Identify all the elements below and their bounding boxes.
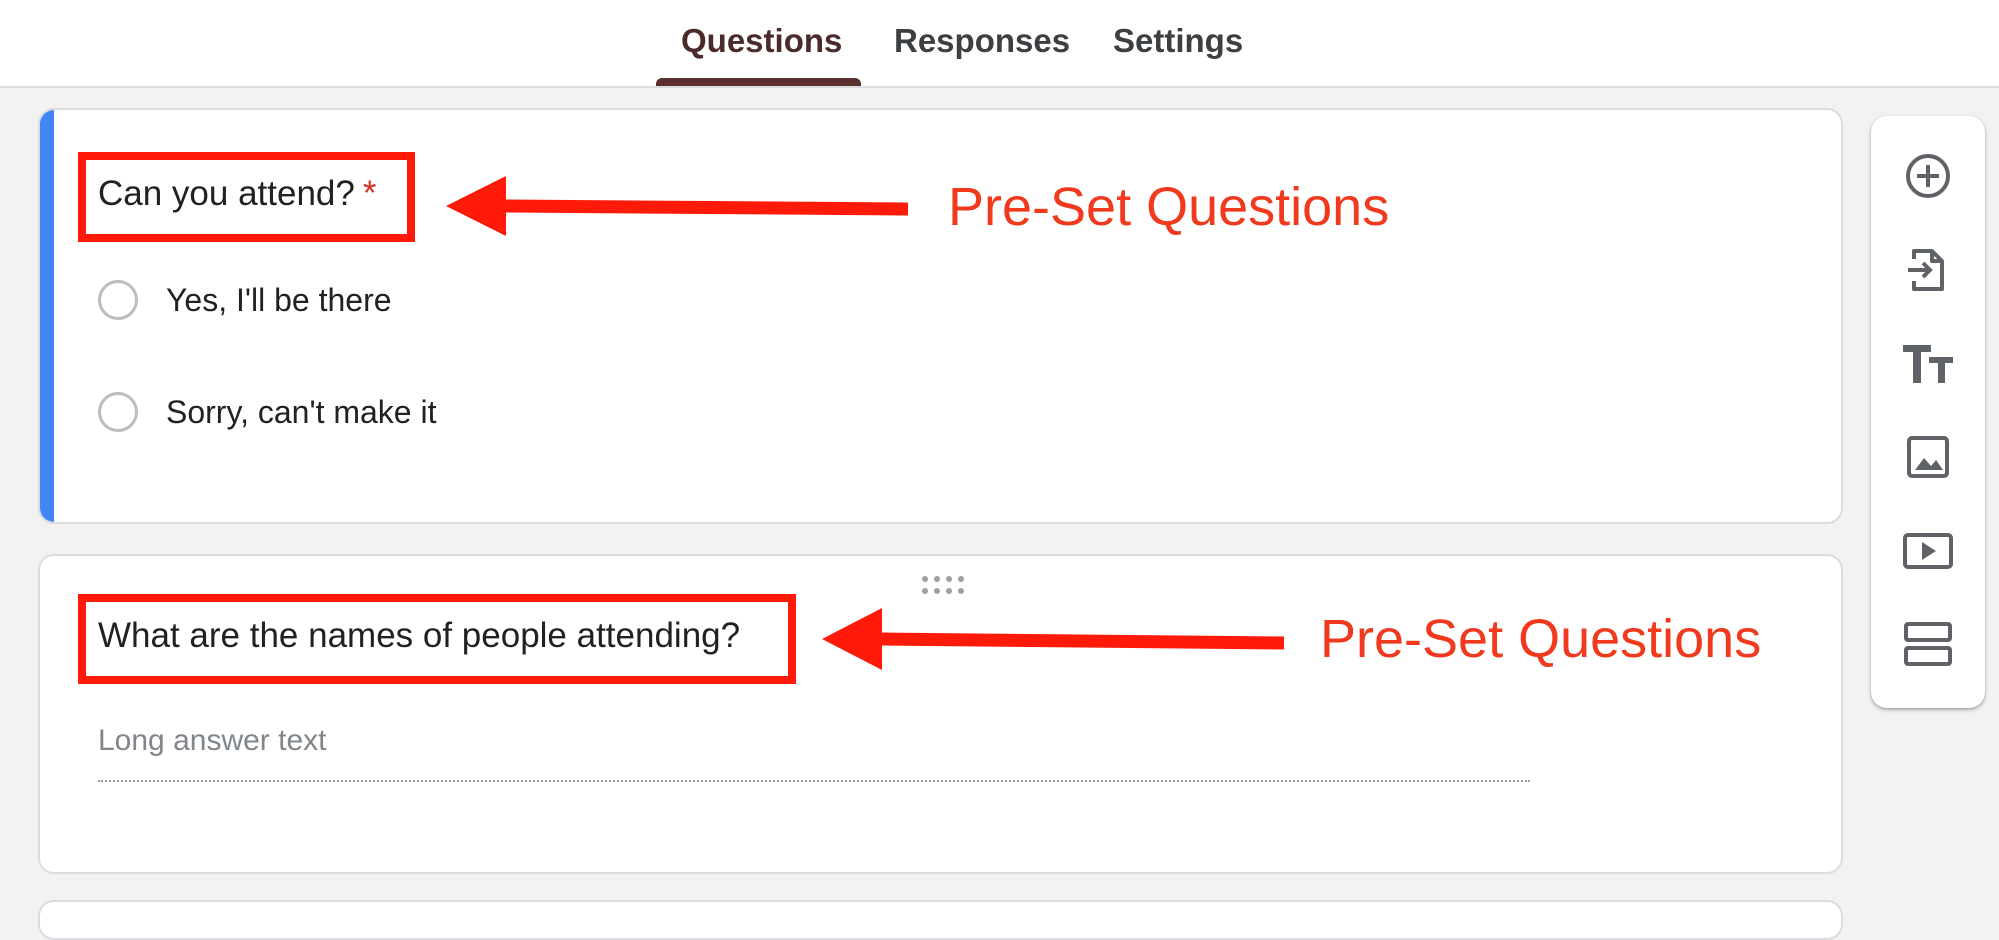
radio-option-label: Sorry, can't make it — [166, 393, 437, 430]
import-questions-button[interactable] — [1895, 237, 1961, 303]
radio-option-yes[interactable]: Yes, I'll be there — [98, 275, 392, 325]
tab-responses[interactable]: Responses — [894, 22, 1070, 60]
add-image-icon — [1907, 436, 1949, 478]
annotation-arrow-icon — [446, 176, 909, 236]
annotation-label: Pre-Set Questions — [948, 177, 1390, 237]
radio-button[interactable] — [98, 392, 138, 432]
top-tab-bar: Questions Responses Settings — [0, 0, 1999, 88]
radio-option-label: Yes, I'll be there — [166, 281, 392, 318]
annotation-label: Pre-Set Questions — [1320, 609, 1762, 669]
add-section-icon — [1904, 622, 1952, 666]
active-tab-indicator — [656, 78, 861, 86]
tab-settings[interactable]: Settings — [1113, 22, 1243, 60]
radio-button[interactable] — [98, 280, 138, 320]
add-video-icon — [1903, 533, 1953, 569]
add-question-button[interactable] — [1895, 143, 1961, 209]
question-toolbar — [1871, 116, 1985, 708]
annotation-highlight-box — [78, 594, 796, 684]
tab-questions[interactable]: Questions — [681, 22, 842, 60]
add-question-icon — [1906, 154, 1950, 198]
add-title-button[interactable] — [1895, 331, 1961, 397]
drag-handle-icon[interactable] — [922, 576, 964, 598]
radio-option-no[interactable]: Sorry, can't make it — [98, 387, 436, 437]
long-answer-field: Long answer text — [98, 724, 1530, 782]
import-questions-icon — [1908, 249, 1944, 291]
next-question-card[interactable] — [38, 900, 1843, 940]
annotation-highlight-box — [78, 152, 415, 242]
add-video-button[interactable] — [1895, 518, 1961, 584]
add-image-button[interactable] — [1895, 424, 1961, 490]
add-section-button[interactable] — [1895, 611, 1961, 677]
annotation-arrow-icon — [822, 608, 1285, 670]
active-card-accent-bar — [40, 110, 54, 522]
add-title-icon — [1903, 345, 1953, 383]
